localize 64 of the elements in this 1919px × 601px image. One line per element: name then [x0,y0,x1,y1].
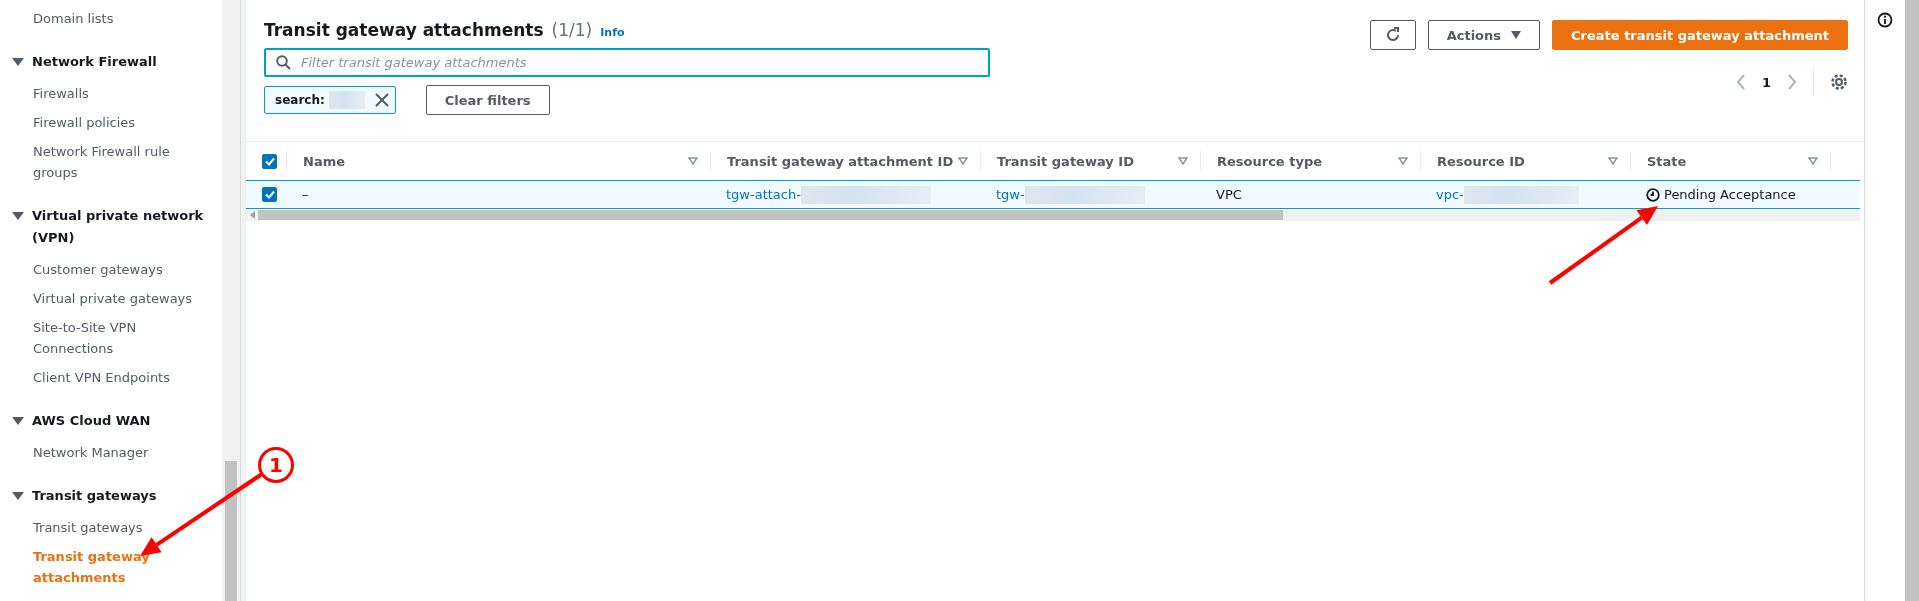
id-link[interactable]: tgw- [996,187,1025,202]
caret-icon [12,491,24,501]
nav-link[interactable]: Network Firewall rule groups [0,137,222,187]
search-icon [276,55,291,70]
sort-icon[interactable] [1398,157,1408,165]
nav-link[interactable]: Client VPN Endpoints [0,363,222,392]
nav-link[interactable]: Transit gateways [0,513,222,542]
settings-icon[interactable] [1830,73,1848,91]
close-icon[interactable] [374,93,389,107]
row-checkbox[interactable] [262,187,277,202]
select-all-checkbox[interactable] [262,153,277,169]
refresh-button[interactable] [1369,20,1416,50]
column-header[interactable]: Resource ID [1420,151,1630,171]
id-link[interactable]: vpc- [1436,187,1464,202]
page-number[interactable]: 1 [1761,74,1771,90]
sort-icon[interactable] [958,157,968,165]
section-header[interactable]: AWS Cloud WAN [0,406,222,438]
caret-icon [12,416,24,426]
column-header[interactable]: Transit gateway attachment ID [710,151,980,171]
table-cell: – [302,187,309,202]
item-count: (1/1) [551,20,593,40]
previous-page-icon[interactable] [1735,74,1746,90]
caret-icon [1511,31,1522,39]
clear-filters-button[interactable]: Clear filters [425,85,550,115]
check-icon [264,156,275,166]
sort-icon[interactable] [1608,157,1618,165]
section-header[interactable]: Transit gateways [0,481,222,513]
clock-icon [1646,187,1660,202]
horizontal-scrollbar[interactable] [246,209,1860,221]
redacted-value [328,91,365,109]
scrollbar[interactable] [222,0,241,601]
scroll-left-icon[interactable] [250,211,256,219]
column-header[interactable]: Resource type [1200,151,1420,171]
scrollbar[interactable] [1905,0,1919,601]
refresh-icon [1384,27,1401,43]
sort-icon[interactable] [688,157,698,165]
table-row[interactable]: – tgw-attach- tgw- VPC vpc- Pending Acceptance [246,180,1860,209]
column-header[interactable]: Name [286,151,710,171]
column-header[interactable]: Transit gateway ID [980,151,1200,171]
nav-link[interactable]: Virtual private gateways [0,284,222,313]
nav-link[interactable]: Network Manager [0,438,222,467]
actions-button[interactable]: Actions [1427,20,1541,50]
sort-icon[interactable] [1808,157,1818,165]
info-icon[interactable] [1877,12,1893,28]
table-cell: VPC [1216,187,1242,202]
filter-label: search: [275,93,325,107]
search-field[interactable]: Filter transit gateway attachments [264,48,990,77]
info-link[interactable]: Info [600,26,625,39]
section-header[interactable]: Virtual private network (VPN) [0,201,222,255]
panel-title: Transit gateway attachments [264,20,544,40]
caret-icon [12,57,24,67]
id-link[interactable]: tgw-attach- [726,187,801,202]
check-icon [264,190,275,199]
nav-link[interactable]: Site-to-Site VPN Connections [0,313,222,363]
section-header[interactable]: Network Firewall [0,47,222,79]
nav-link[interactable]: Firewall policies [0,108,222,137]
caret-icon [12,211,24,221]
nav-link[interactable]: Customer gateways [0,255,222,284]
nav-link[interactable]: Firewalls [0,79,222,108]
next-page-icon[interactable] [1787,74,1797,90]
status-text: Pending Acceptance [1664,187,1796,202]
nav-link[interactable]: Domain lists [0,4,222,33]
sort-icon[interactable] [1178,157,1188,165]
column-header[interactable]: State [1630,151,1830,171]
